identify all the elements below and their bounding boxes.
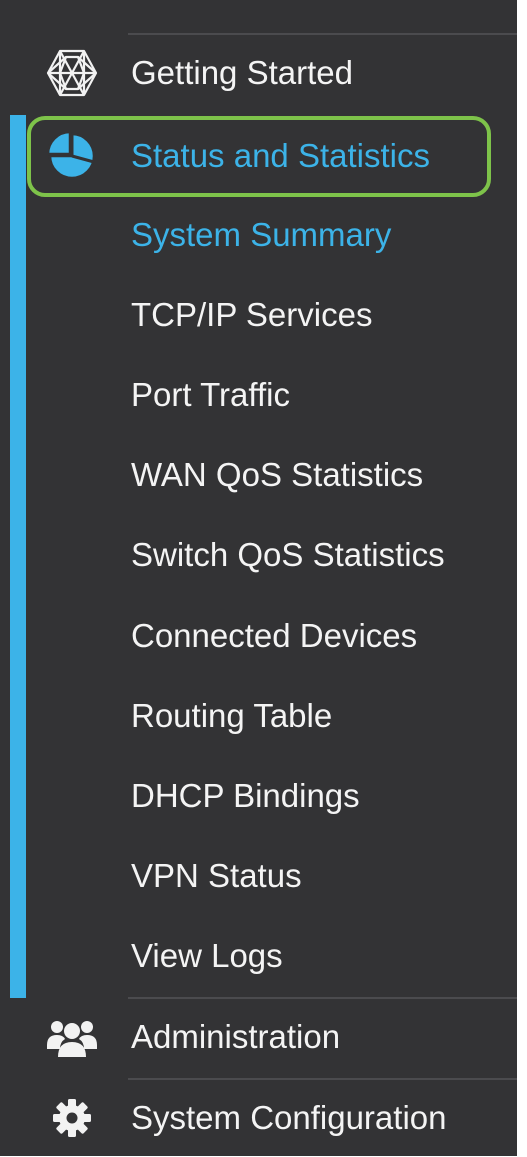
nav-item-label: Getting Started bbox=[131, 54, 353, 91]
subnav-item-label: WAN QoS Statistics bbox=[131, 456, 424, 493]
subnav-item-connected-devices[interactable]: Connected Devices bbox=[0, 596, 517, 676]
page-edge bbox=[517, 0, 527, 1156]
subnav-item-vpn-status[interactable]: VPN Status bbox=[0, 836, 517, 916]
subnav-item-label: DHCP Bindings bbox=[131, 777, 360, 814]
subnav-item-routing-table[interactable]: Routing Table bbox=[0, 676, 517, 756]
subnav-item-wan-qos-statistics[interactable]: WAN QoS Statistics bbox=[0, 435, 517, 515]
sidebar-nav: Getting Started Status and Statistics Sy… bbox=[0, 0, 517, 1156]
subnav-item-label: Port Traffic bbox=[131, 376, 290, 413]
subnav-item-label: VPN Status bbox=[131, 857, 302, 894]
subnav-item-label: System Summary bbox=[131, 216, 392, 253]
nav-item-administration[interactable]: Administration bbox=[0, 998, 517, 1076]
nav-item-label: System Configuration bbox=[131, 1099, 447, 1136]
subnav-item-view-logs[interactable]: View Logs bbox=[0, 916, 517, 996]
users-icon bbox=[44, 1009, 100, 1065]
subnav-item-label: Connected Devices bbox=[131, 617, 418, 654]
nav-item-label: Administration bbox=[131, 1018, 341, 1055]
nav-item-label: Status and Statistics bbox=[131, 137, 430, 174]
subnav-item-label: Switch QoS Statistics bbox=[131, 536, 445, 573]
nav-item-status-and-statistics[interactable]: Status and Statistics bbox=[0, 117, 517, 195]
subnav-item-label: View Logs bbox=[131, 937, 283, 974]
pie-chart-icon bbox=[44, 128, 100, 184]
subnav-item-tcp-ip-services[interactable]: TCP/IP Services bbox=[0, 275, 517, 355]
gear-icon bbox=[44, 1090, 100, 1146]
globe-wireframe-icon bbox=[44, 45, 100, 101]
subnav-item-label: Routing Table bbox=[131, 697, 333, 734]
subnav-item-label: TCP/IP Services bbox=[131, 296, 373, 333]
subnav-item-dhcp-bindings[interactable]: DHCP Bindings bbox=[0, 756, 517, 836]
nav-item-system-configuration[interactable]: System Configuration bbox=[0, 1079, 517, 1157]
subnav-item-port-traffic[interactable]: Port Traffic bbox=[0, 355, 517, 435]
subnav-item-switch-qos-statistics[interactable]: Switch QoS Statistics bbox=[0, 515, 517, 595]
subnav-item-system-summary[interactable]: System Summary bbox=[0, 195, 517, 275]
nav-item-getting-started[interactable]: Getting Started bbox=[0, 34, 517, 112]
